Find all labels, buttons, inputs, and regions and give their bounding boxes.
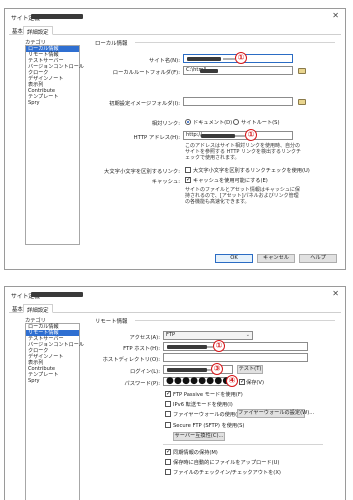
site-name-label: サイト名(N): (148, 58, 180, 64)
annotation-marker-1: ① (213, 340, 225, 352)
help-button[interactable]: ヘルプ (299, 254, 337, 263)
category-list: ローカル情報 リモート情報 テストサーバー バージョンコントロール クローク デ… (25, 45, 84, 245)
redacted-site-name (31, 292, 83, 297)
ftp-passive-label: FTP Passive モードを使用(F) (173, 392, 243, 398)
login-label: ログイン(L): (129, 369, 160, 375)
section-divider (135, 320, 335, 321)
section-title: ローカル情報 (95, 41, 128, 47)
server-compatibility-button[interactable]: サーバー互換性(C)... (173, 432, 225, 441)
category-list: ローカル情報 リモート情報 テストサーバー バージョンコントロール クローク デ… (25, 323, 84, 500)
case-sensitive-checkbox-label: 大文字小文字を区別するリンクチェックを使用(U) (193, 168, 310, 174)
document-radio-label: ドキュメント(D) (193, 120, 233, 126)
title-bar: サイト定義 ✕ (5, 287, 345, 303)
category-item-spry[interactable]: Spry (26, 100, 79, 106)
tab-bar: 基本 詳細設定 (9, 304, 341, 314)
site-definition-window-local: サイト定義 ✕ 基本 詳細設定 カテゴリ ローカル情報 リモート情報 テストサー… (4, 8, 346, 270)
site-root-radio-label: サイトルート(S) (241, 120, 280, 126)
http-address-value: http:// (186, 132, 202, 138)
ipv6-label: IPv6 転送モードを使用(I) (173, 402, 233, 408)
tab-advanced[interactable]: 詳細設定 (23, 304, 53, 314)
redacted-host (167, 345, 207, 349)
access-value: FTP (166, 332, 176, 338)
test-button[interactable]: テスト(T) (237, 365, 263, 374)
redacted-url (201, 134, 235, 138)
default-images-input[interactable] (183, 97, 293, 106)
checkout-label: ファイルのチェックイン/チェックアウトを(X) (173, 470, 281, 476)
maintain-sync-checkbox[interactable] (165, 448, 171, 455)
redacted-login (167, 368, 207, 372)
auto-upload-checkbox[interactable] (165, 459, 171, 465)
redacted-path (200, 69, 218, 73)
case-sensitive-checkbox[interactable] (185, 167, 191, 173)
document-radio[interactable] (185, 119, 191, 125)
links-relative-label: 相対リンク: (151, 121, 180, 127)
http-address-note: このアドレスはサイト相対リンクを使用時、自分のサイトを参照する HTTP リンク… (185, 143, 301, 162)
site-definition-window-remote: サイト定義 ✕ 基本 詳細設定 カテゴリ ローカル情報 リモート情報 テストサー… (4, 286, 346, 500)
save-password-label: 保存(V) (246, 380, 264, 386)
cache-checkbox[interactable] (185, 176, 191, 183)
tab-advanced[interactable]: 詳細設定 (23, 26, 53, 36)
folder-browse-icon[interactable] (298, 99, 306, 105)
password-label: パスワード(P): (124, 381, 160, 387)
annotation-marker-4: ④ (226, 375, 238, 387)
sftp-checkbox[interactable] (165, 422, 171, 428)
cancel-button[interactable]: キャンセル (257, 254, 295, 263)
host-directory-input[interactable] (163, 353, 308, 362)
case-sensitive-label: 大文字小文字を区別するリンク: (104, 169, 180, 175)
section-title: リモート情報 (95, 319, 128, 325)
annotation-marker-3: ③ (211, 363, 223, 375)
ok-button[interactable]: OK (215, 254, 253, 263)
access-select[interactable]: FTP ⌄ (163, 331, 253, 340)
annotation-arrow (235, 135, 245, 137)
tab-bar: 基本 詳細設定 (9, 26, 341, 36)
title-bar: サイト定義 ✕ (5, 9, 345, 25)
host-directory-label: ホストディレクトリ(O): (102, 357, 160, 363)
local-root-label: ローカルルートフォルダ(F): (112, 70, 180, 76)
ipv6-checkbox[interactable] (165, 401, 171, 407)
ftp-host-label: FTP ホスト(H): (123, 346, 160, 352)
default-images-label: 初期設定イメージフォルダ(I): (109, 101, 180, 107)
cache-note: サイトのファイルとアセット情報はキャッシュに保持されるので、[アセット]パネルお… (185, 187, 300, 206)
section-divider (135, 42, 335, 43)
maintain-sync-label: 同期情報の保持(M) (173, 450, 218, 456)
options-divider (163, 444, 323, 445)
firewall-settings-button[interactable]: ファイヤーウォールの設定(W)... (237, 409, 314, 418)
firewall-label: ファイヤーウォールの使用(E) (173, 412, 243, 418)
redacted-site-name-value (187, 57, 221, 61)
save-password-checkbox[interactable] (239, 378, 245, 385)
checkout-checkbox[interactable] (165, 469, 171, 475)
ftp-passive-checkbox[interactable] (165, 390, 171, 397)
annotation-arrow (223, 58, 235, 60)
annotation-marker-1: ① (245, 129, 257, 141)
close-icon[interactable]: ✕ (332, 289, 339, 298)
redacted-site-name (31, 14, 83, 19)
close-icon[interactable]: ✕ (332, 11, 339, 20)
annotation-marker-1: ① (235, 52, 247, 64)
http-address-label: HTTP アドレス(H): (133, 135, 180, 141)
firewall-checkbox[interactable] (165, 411, 171, 417)
cache-checkbox-label: キャッシュを使用可能にする(E) (193, 178, 268, 184)
site-root-radio[interactable] (233, 119, 239, 125)
sftp-label: Secure FTP (SFTP) を使用(S) (173, 423, 245, 429)
auto-upload-label: 保存時に自動的にファイルをアップロード(U) (173, 460, 280, 466)
access-label: アクセス(A): (129, 335, 160, 341)
folder-browse-icon[interactable] (298, 68, 306, 74)
cache-label: キャッシュ: (151, 179, 180, 185)
password-dots: ●●●●●●●● (166, 376, 231, 386)
category-item-spry[interactable]: Spry (26, 378, 79, 384)
chevron-down-icon: ⌄ (245, 332, 250, 338)
